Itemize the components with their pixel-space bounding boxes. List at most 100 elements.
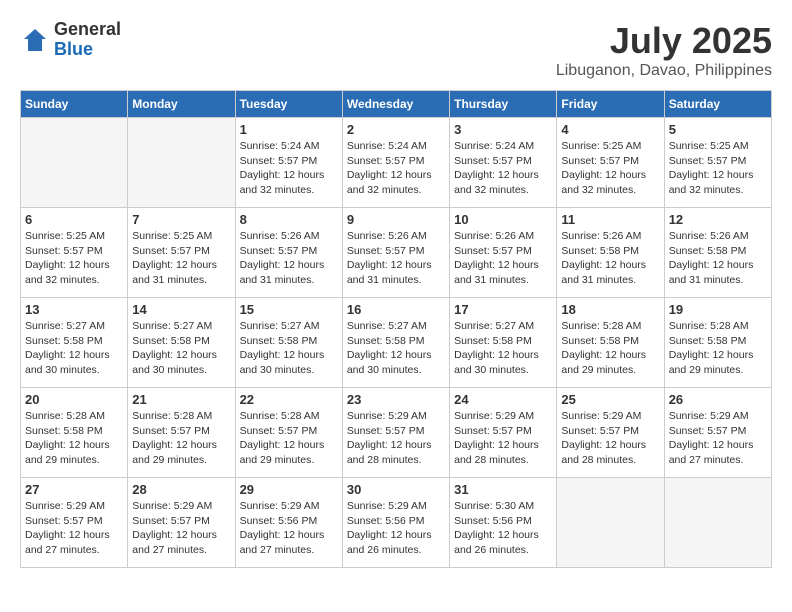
day-number: 22 bbox=[240, 392, 338, 407]
day-info: Sunrise: 5:29 AMSunset: 5:57 PMDaylight:… bbox=[669, 409, 767, 468]
day-number: 26 bbox=[669, 392, 767, 407]
day-info: Sunrise: 5:27 AMSunset: 5:58 PMDaylight:… bbox=[132, 319, 230, 378]
day-cell: 15Sunrise: 5:27 AMSunset: 5:58 PMDayligh… bbox=[235, 298, 342, 388]
logo-blue-text: Blue bbox=[54, 40, 121, 60]
day-cell: 4Sunrise: 5:25 AMSunset: 5:57 PMDaylight… bbox=[557, 118, 664, 208]
day-info: Sunrise: 5:29 AMSunset: 5:57 PMDaylight:… bbox=[132, 499, 230, 558]
day-cell: 7 Sunrise: 5:25 AMSunset: 5:57 PMDaylight… bbox=[128, 208, 235, 298]
day-info: Sunrise: 5:26 AMSunset: 5:57 PMDaylight:… bbox=[240, 229, 338, 288]
day-number: 24 bbox=[454, 392, 552, 407]
day-info: Sunrise: 5:28 AMSunset: 5:58 PMDaylight:… bbox=[561, 319, 659, 378]
day-number: 12 bbox=[669, 212, 767, 227]
day-cell: 23 Sunrise: 5:29 AMSunset: 5:57 PMDayligh… bbox=[342, 388, 449, 478]
day-number: 25 bbox=[561, 392, 659, 407]
day-number: 8 bbox=[240, 212, 338, 227]
day-cell: 24 Sunrise: 5:29 AMSunset: 5:57 PMDayligh… bbox=[450, 388, 557, 478]
day-info: Sunrise: 5:29 AMSunset: 5:56 PMDaylight:… bbox=[240, 499, 338, 558]
day-info: Sunrise: 5:28 AMSunset: 5:58 PMDaylight:… bbox=[25, 409, 123, 468]
day-info: Sunrise: 5:29 AMSunset: 5:57 PMDaylight:… bbox=[561, 409, 659, 468]
day-info: Sunrise: 5:27 AMSunset: 5:58 PMDaylight:… bbox=[25, 319, 123, 378]
day-cell: 12Sunrise: 5:26 AMSunset: 5:58 PMDayligh… bbox=[664, 208, 771, 298]
day-number: 3 bbox=[454, 122, 552, 137]
day-cell: 2 Sunrise: 5:24 AMSunset: 5:57 PMDaylight… bbox=[342, 118, 449, 208]
day-cell: 20 Sunrise: 5:28 AMSunset: 5:58 PMDayligh… bbox=[21, 388, 128, 478]
day-info: Sunrise: 5:24 AMSunset: 5:57 PMDaylight:… bbox=[454, 139, 552, 198]
day-number: 28 bbox=[132, 482, 230, 497]
day-number: 5 bbox=[669, 122, 767, 137]
day-cell: 13 Sunrise: 5:27 AMSunset: 5:58 PMDayligh… bbox=[21, 298, 128, 388]
day-cell: 22Sunrise: 5:28 AMSunset: 5:57 PMDayligh… bbox=[235, 388, 342, 478]
day-number: 9 bbox=[347, 212, 445, 227]
day-number: 17 bbox=[454, 302, 552, 317]
day-cell: 27 Sunrise: 5:29 AMSunset: 5:57 PMDayligh… bbox=[21, 478, 128, 568]
day-cell: 6 Sunrise: 5:25 AMSunset: 5:57 PMDaylight… bbox=[21, 208, 128, 298]
day-number: 7 bbox=[132, 212, 230, 227]
day-cell: 28 Sunrise: 5:29 AMSunset: 5:57 PMDayligh… bbox=[128, 478, 235, 568]
weekday-header-wednesday: Wednesday bbox=[342, 91, 449, 118]
day-cell: 8 Sunrise: 5:26 AMSunset: 5:57 PMDaylight… bbox=[235, 208, 342, 298]
day-number: 21 bbox=[132, 392, 230, 407]
title-block: July 2025 Libuganon, Davao, Philippines bbox=[556, 20, 772, 80]
day-cell bbox=[557, 478, 664, 568]
day-cell: 11 Sunrise: 5:26 AMSunset: 5:58 PMDayligh… bbox=[557, 208, 664, 298]
weekday-header-sunday: Sunday bbox=[21, 91, 128, 118]
day-cell: 18 Sunrise: 5:28 AMSunset: 5:58 PMDayligh… bbox=[557, 298, 664, 388]
month-title: July 2025 bbox=[556, 20, 772, 62]
day-cell: 29Sunrise: 5:29 AMSunset: 5:56 PMDayligh… bbox=[235, 478, 342, 568]
week-row-3: 13 Sunrise: 5:27 AMSunset: 5:58 PMDayligh… bbox=[21, 298, 772, 388]
day-cell bbox=[128, 118, 235, 208]
day-info: Sunrise: 5:29 AMSunset: 5:57 PMDaylight:… bbox=[25, 499, 123, 558]
day-cell bbox=[21, 118, 128, 208]
day-info: Sunrise: 5:29 AMSunset: 5:56 PMDaylight:… bbox=[347, 499, 445, 558]
day-number: 30 bbox=[347, 482, 445, 497]
day-cell: 10Sunrise: 5:26 AMSunset: 5:57 PMDayligh… bbox=[450, 208, 557, 298]
day-number: 18 bbox=[561, 302, 659, 317]
day-number: 14 bbox=[132, 302, 230, 317]
day-number: 1 bbox=[240, 122, 338, 137]
day-cell: 5Sunrise: 5:25 AMSunset: 5:57 PMDaylight… bbox=[664, 118, 771, 208]
day-number: 27 bbox=[25, 482, 123, 497]
day-number: 2 bbox=[347, 122, 445, 137]
day-number: 16 bbox=[347, 302, 445, 317]
day-number: 13 bbox=[25, 302, 123, 317]
day-cell: 14 Sunrise: 5:27 AMSunset: 5:58 PMDayligh… bbox=[128, 298, 235, 388]
weekday-header-friday: Friday bbox=[557, 91, 664, 118]
week-row-5: 27 Sunrise: 5:29 AMSunset: 5:57 PMDayligh… bbox=[21, 478, 772, 568]
day-cell: 1Sunrise: 5:24 AMSunset: 5:57 PMDaylight… bbox=[235, 118, 342, 208]
day-cell: 16 Sunrise: 5:27 AMSunset: 5:58 PMDayligh… bbox=[342, 298, 449, 388]
day-info: Sunrise: 5:25 AMSunset: 5:57 PMDaylight:… bbox=[561, 139, 659, 198]
day-info: Sunrise: 5:24 AMSunset: 5:57 PMDaylight:… bbox=[347, 139, 445, 198]
day-info: Sunrise: 5:30 AMSunset: 5:56 PMDaylight:… bbox=[454, 499, 552, 558]
weekday-header-saturday: Saturday bbox=[664, 91, 771, 118]
day-info: Sunrise: 5:29 AMSunset: 5:57 PMDaylight:… bbox=[454, 409, 552, 468]
day-number: 15 bbox=[240, 302, 338, 317]
day-info: Sunrise: 5:28 AMSunset: 5:57 PMDaylight:… bbox=[132, 409, 230, 468]
logo-icon bbox=[20, 25, 50, 55]
day-info: Sunrise: 5:26 AMSunset: 5:58 PMDaylight:… bbox=[561, 229, 659, 288]
day-number: 19 bbox=[669, 302, 767, 317]
day-cell: 26 Sunrise: 5:29 AMSunset: 5:57 PMDayligh… bbox=[664, 388, 771, 478]
day-info: Sunrise: 5:29 AMSunset: 5:57 PMDaylight:… bbox=[347, 409, 445, 468]
day-number: 31 bbox=[454, 482, 552, 497]
week-row-2: 6 Sunrise: 5:25 AMSunset: 5:57 PMDaylight… bbox=[21, 208, 772, 298]
day-info: Sunrise: 5:28 AMSunset: 5:58 PMDaylight:… bbox=[669, 319, 767, 378]
day-cell: 30 Sunrise: 5:29 AMSunset: 5:56 PMDayligh… bbox=[342, 478, 449, 568]
logo-general-text: General bbox=[54, 20, 121, 40]
day-number: 10 bbox=[454, 212, 552, 227]
day-cell bbox=[664, 478, 771, 568]
day-number: 6 bbox=[25, 212, 123, 227]
day-info: Sunrise: 5:25 AMSunset: 5:57 PMDaylight:… bbox=[25, 229, 123, 288]
page-header: General Blue July 2025 Libuganon, Davao,… bbox=[20, 20, 772, 80]
day-cell: 21 Sunrise: 5:28 AMSunset: 5:57 PMDayligh… bbox=[128, 388, 235, 478]
weekday-header-monday: Monday bbox=[128, 91, 235, 118]
day-info: Sunrise: 5:25 AMSunset: 5:57 PMDaylight:… bbox=[132, 229, 230, 288]
day-info: Sunrise: 5:26 AMSunset: 5:57 PMDaylight:… bbox=[347, 229, 445, 288]
day-cell: 3 Sunrise: 5:24 AMSunset: 5:57 PMDaylight… bbox=[450, 118, 557, 208]
day-cell: 17Sunrise: 5:27 AMSunset: 5:58 PMDayligh… bbox=[450, 298, 557, 388]
week-row-1: 1 Sunrise: 5:24 AMSunset: 5:57 PMDaylight… bbox=[21, 118, 772, 208]
day-info: Sunrise: 5:27 AMSunset: 5:58 PMDaylight:… bbox=[347, 319, 445, 378]
day-number: 23 bbox=[347, 392, 445, 407]
day-number: 11 bbox=[561, 212, 659, 227]
day-number: 20 bbox=[25, 392, 123, 407]
weekday-header-row: SundayMondayTuesdayWednesdayThursdayFrid… bbox=[21, 91, 772, 118]
